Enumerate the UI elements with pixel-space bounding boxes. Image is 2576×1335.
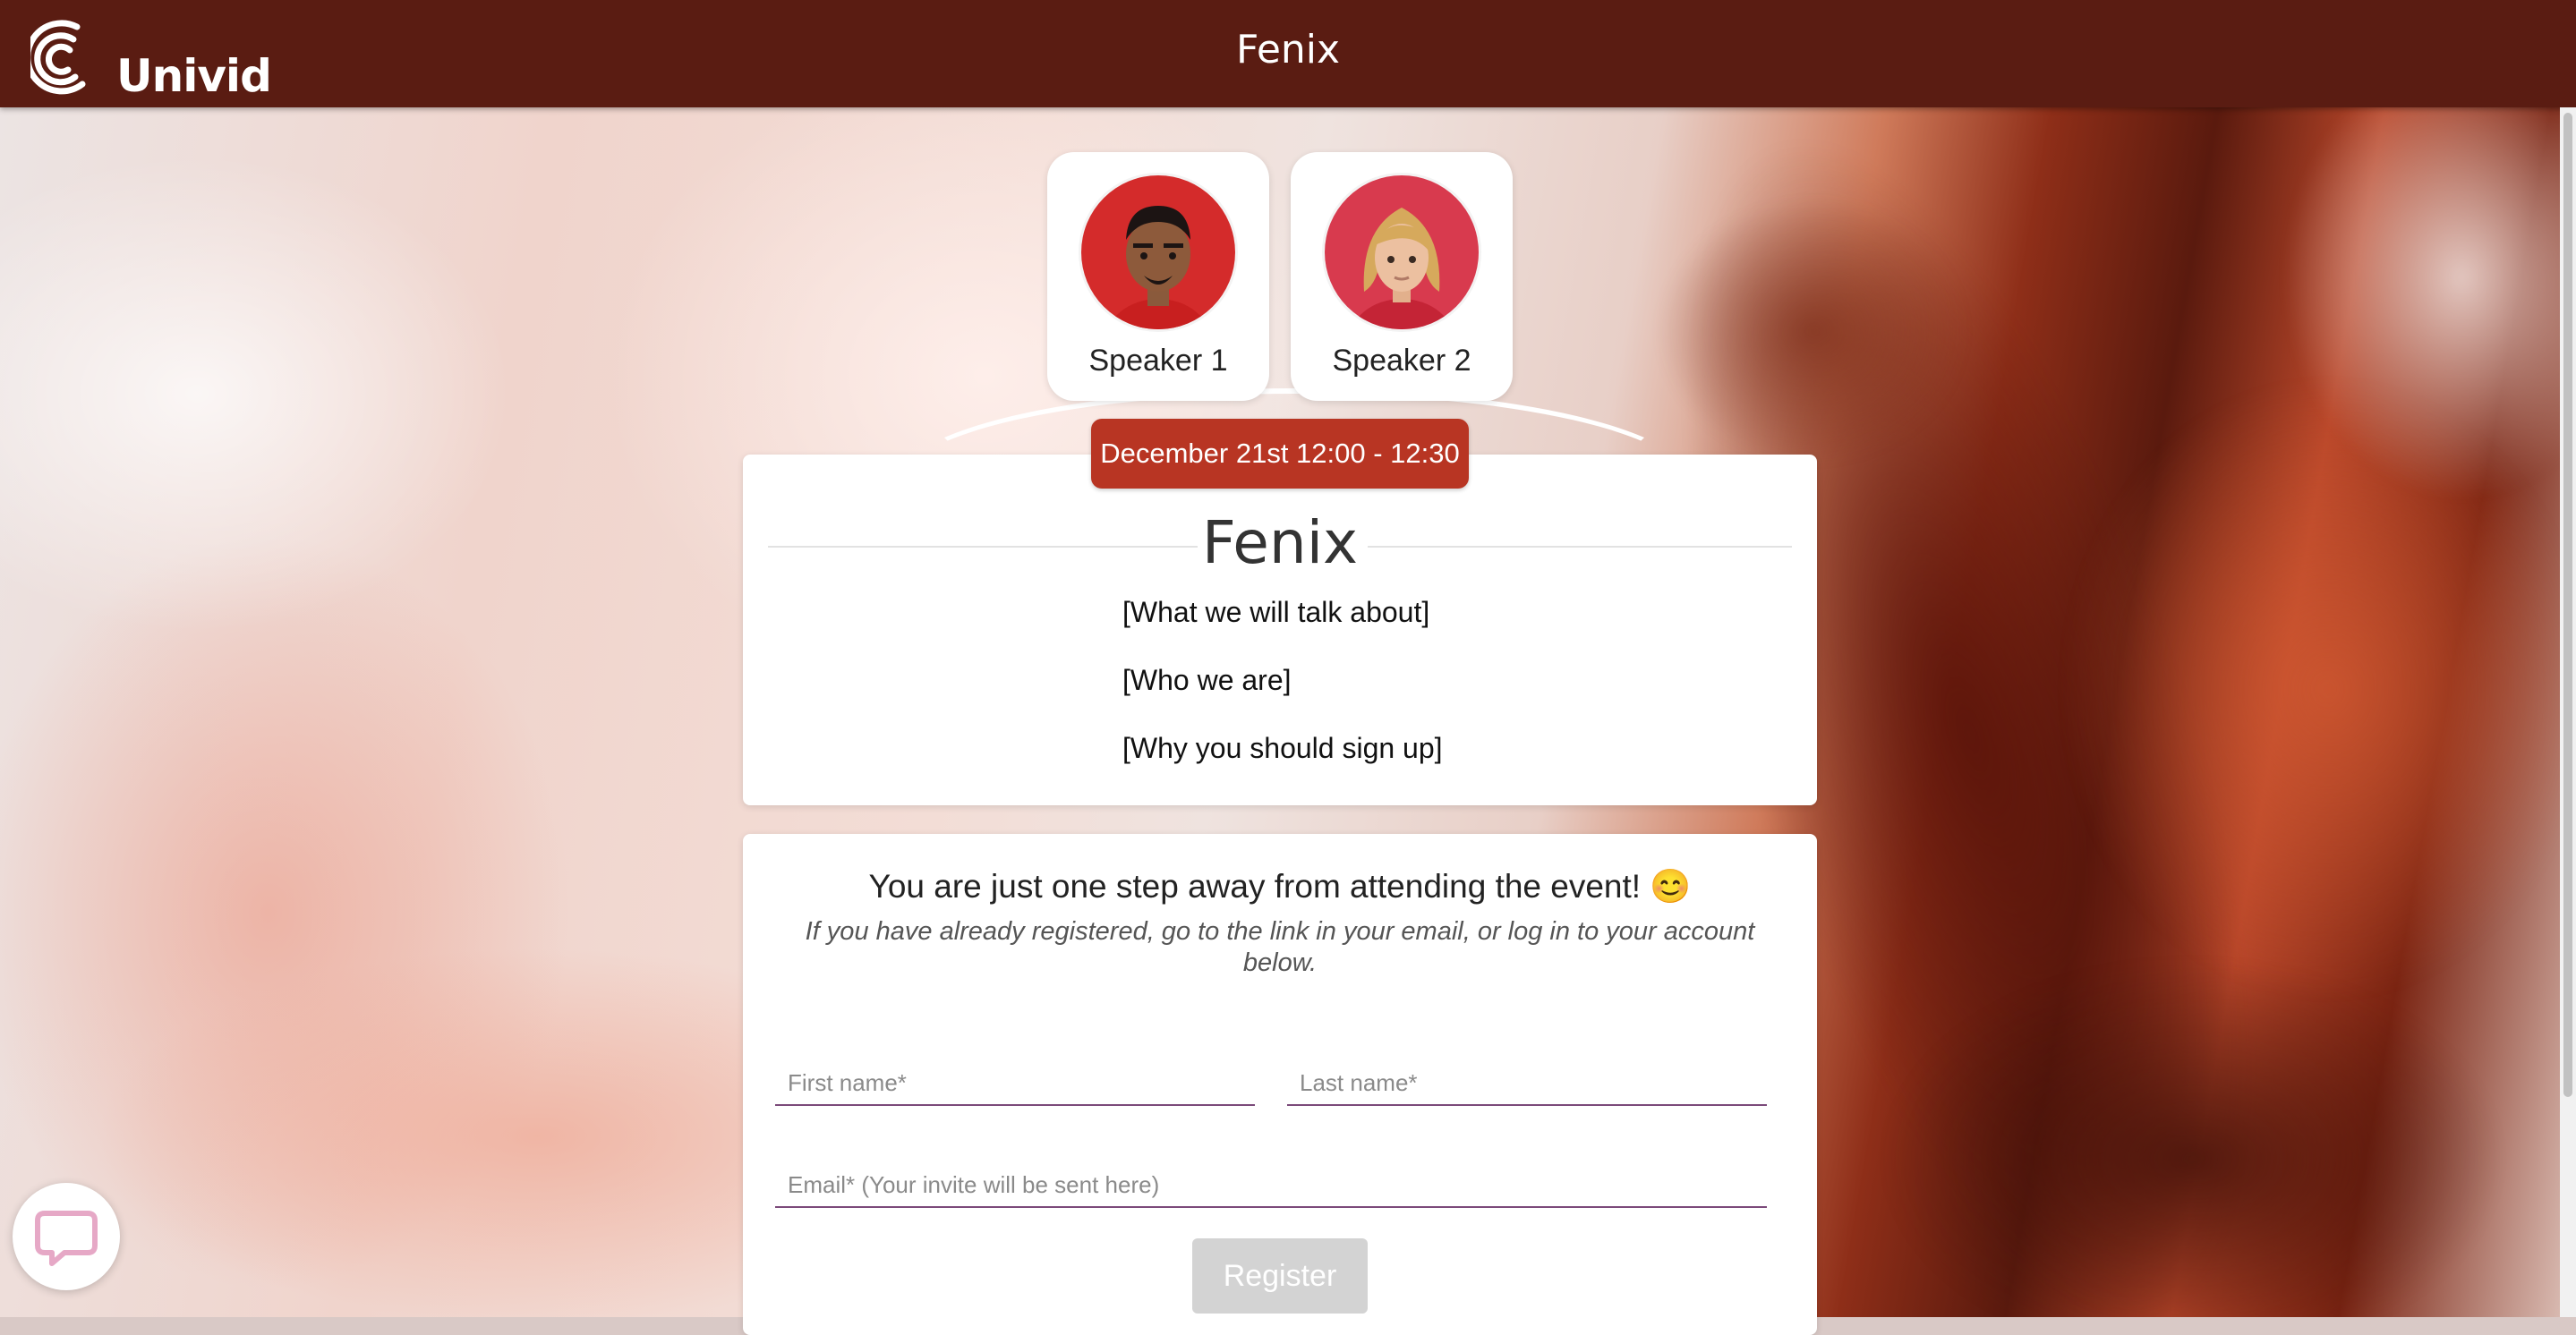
chat-widget-button[interactable] <box>13 1183 120 1290</box>
speaker-2-avatar <box>1325 175 1479 329</box>
speaker-1-name: Speaker 1 <box>1088 344 1228 378</box>
email-field[interactable]: Email* (Your invite will be sent here) <box>775 1161 1767 1208</box>
title-divider-right <box>1368 546 1792 548</box>
registration-subtext: If you have already registered, go to th… <box>805 917 1755 977</box>
event-title: Fenix <box>1201 508 1359 577</box>
first-name-field[interactable]: First name* <box>775 1059 1255 1106</box>
registration-headline: You are just one step away from attendin… <box>868 868 1692 905</box>
event-description-line: [Why you should sign up] <box>1122 732 1443 764</box>
speaker-card-1[interactable]: Speaker 1 <box>1047 152 1269 401</box>
event-description-line: [What we will talk about] <box>1122 596 1430 628</box>
speaker-2-name: Speaker 2 <box>1332 344 1471 378</box>
speaker-card-2[interactable]: Speaker 2 <box>1291 152 1513 401</box>
event-date-badge: December 21st 12:00 - 12:30 <box>1091 419 1469 489</box>
speaker-1-avatar <box>1081 175 1235 329</box>
header-title: Fenix <box>1235 27 1341 72</box>
chat-icon <box>35 1211 98 1266</box>
top-header: Univid Fenix <box>0 0 2576 107</box>
last-name-field[interactable]: Last name* <box>1287 1059 1767 1106</box>
event-info-card: Fenix [What we will talk about] [Who we … <box>743 455 1817 805</box>
page-scrollbar[interactable] <box>2560 107 2576 1317</box>
event-description-line: [Who we are] <box>1122 664 1292 696</box>
register-button[interactable]: Register <box>1192 1238 1368 1314</box>
registration-card: You are just one step away from attendin… <box>743 834 1817 1335</box>
